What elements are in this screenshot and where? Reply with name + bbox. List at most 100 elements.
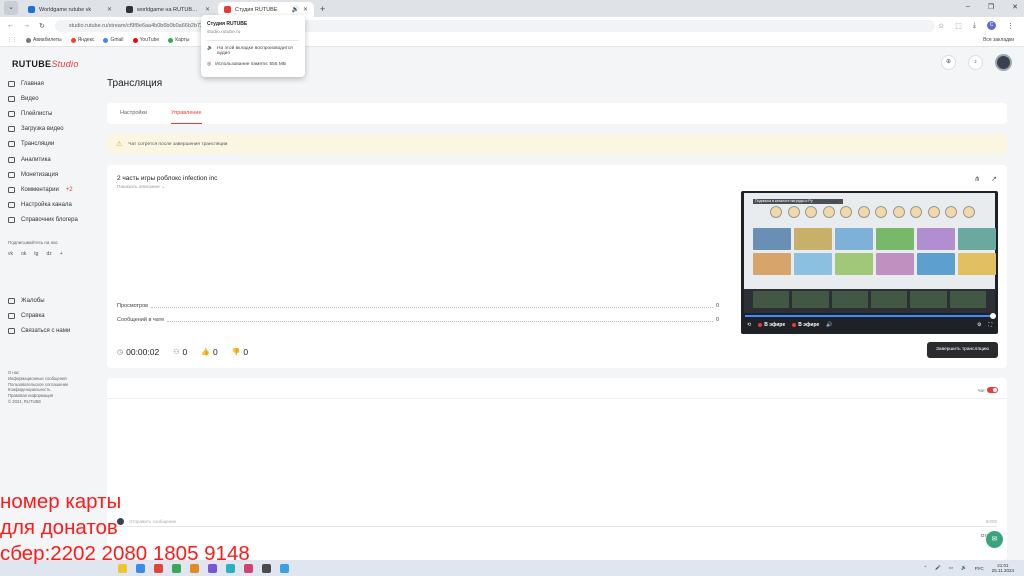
sidebar-item-label: Видео <box>21 95 39 102</box>
flag-icon <box>8 297 15 304</box>
upload-icon[interactable]: ⊕ <box>941 55 956 70</box>
sidebar-item[interactable]: Монетизация <box>8 167 100 182</box>
end-stream-button[interactable]: Завершить трансляцию <box>927 342 998 358</box>
open-external-icon[interactable]: ↗ <box>991 175 997 183</box>
profile-avatar[interactable]: С <box>987 21 996 30</box>
language-indicator[interactable]: РУС <box>975 566 984 571</box>
close-tab-icon[interactable]: ✕ <box>303 6 308 13</box>
sidebar-item[interactable]: Трансляции <box>8 137 100 152</box>
new-tab-icon[interactable]: + <box>320 4 325 14</box>
apps-grid-icon[interactable]: ⋮⋮ <box>7 37 17 43</box>
player-settings-icon[interactable]: ⚙ <box>977 322 981 328</box>
preview-thumbnail <box>949 291 986 308</box>
extensions-icon[interactable]: ⬚ <box>955 22 962 30</box>
preview-avatar <box>840 206 852 218</box>
playlist-icon <box>8 110 15 117</box>
minimize-icon[interactable]: – <box>966 3 970 11</box>
sidebar-item-label: Настройка канала <box>21 202 72 209</box>
sidebar-item[interactable]: Жалобы <box>8 293 70 308</box>
sidebar-item[interactable]: Видео <box>8 91 100 106</box>
bookmark-item[interactable]: Яндекс <box>70 37 94 43</box>
volume-icon[interactable]: 🔊 <box>826 322 832 328</box>
bookmark-star-icon[interactable]: ☆ <box>938 22 944 30</box>
stat-chat-row: Сообщений в чате 0 <box>117 317 719 323</box>
tab-settings[interactable]: Настройки <box>120 103 147 124</box>
warning-text: Чат сотрется после завершения трансляции <box>128 141 228 147</box>
browser-tab-1[interactable]: Worldgame rutube vk ✕ <box>22 2 118 17</box>
sidebar-item[interactable]: Аналитика <box>8 152 100 167</box>
browser-tab-bar: ⌄ Worldgame rutube vk ✕ worldgame на RUT… <box>0 0 1024 17</box>
rewind-icon[interactable]: ⟲ <box>747 322 751 328</box>
taskbar-app-icon[interactable] <box>262 563 271 573</box>
preview-thumbnail <box>876 253 914 275</box>
donation-overlay-text: номер карты для донатов сбер:2202 2080 1… <box>0 489 250 567</box>
network-icon[interactable]: ▭ <box>949 565 953 571</box>
preview-header: Подписка в каталоге награды и Ру <box>753 199 843 204</box>
sidebar-item-label: Аналитика <box>21 156 51 163</box>
dzen-social-icon[interactable]: dz <box>46 251 51 257</box>
ok-social-icon[interactable]: ok <box>21 251 26 257</box>
sidebar-item[interactable]: Главная <box>8 76 100 91</box>
bookmark-label: YouTube <box>139 37 160 43</box>
clock[interactable]: 21:01 25.11.2024 <box>992 563 1014 574</box>
volume-icon[interactable]: 🔊 <box>961 565 967 571</box>
video-icon <box>8 95 15 102</box>
support-chat-icon[interactable]: ✉ <box>986 531 1003 548</box>
preview-thumbnail <box>794 253 832 275</box>
fullscreen-icon[interactable]: ⛶ <box>988 322 992 328</box>
downloads-icon[interactable]: ⤓ <box>973 22 976 30</box>
maximize-icon[interactable]: ❐ <box>988 3 994 11</box>
chat-warning-banner: ⚠ Чат сотрется после завершения трансляц… <box>107 134 1007 154</box>
tab-hover-card: Студия RUTUBE studio.rutube.ru 🔈 На этой … <box>201 15 305 77</box>
chat-char-counter: 0/200 <box>985 519 997 524</box>
more-social-icon[interactable]: + <box>60 251 63 257</box>
chat-toggle[interactable] <box>987 387 998 393</box>
money-icon <box>8 171 15 178</box>
bookmark-item[interactable]: YouTube <box>132 37 160 43</box>
chevron-up-icon[interactable]: ⌃ <box>924 565 928 571</box>
logo-main: RUTUBE <box>12 59 52 69</box>
sidebar-item[interactable]: Загрузка видео <box>8 122 100 137</box>
sidebar-item[interactable]: Комментарии +2 <box>8 182 100 197</box>
taskbar-app-icon[interactable] <box>280 563 289 573</box>
preview-avatar <box>875 206 887 218</box>
all-bookmarks-button[interactable]: Все закладки <box>983 37 1014 43</box>
help-icon <box>8 312 15 319</box>
browser-menu-icon[interactable]: ⋮ <box>1007 22 1014 30</box>
notifications-bell-icon[interactable]: ♪ <box>968 55 983 70</box>
rutube-studio-logo[interactable]: RUTUBEStudio <box>12 59 79 69</box>
tab-management[interactable]: Управление <box>170 103 202 124</box>
reload-icon[interactable]: ↻ <box>39 22 45 30</box>
sidebar-item[interactable]: Плейлисты <box>8 106 100 121</box>
share-icon[interactable]: ⋔ <box>974 175 980 183</box>
bookmark-item[interactable]: Авиабилеты <box>26 37 62 43</box>
channel-avatar[interactable] <box>995 54 1012 71</box>
show-description-link[interactable]: Показать описание ⌄ <box>117 185 165 190</box>
telegram-social-icon[interactable]: tg <box>34 251 38 257</box>
microphone-icon[interactable]: 🎤 <box>935 565 941 571</box>
sidebar-item[interactable]: Связаться с нами <box>8 323 70 338</box>
system-tray: ⌃ 🎤 ▭ 🔊 РУС 21:01 25.11.2024 <box>924 563 1014 574</box>
close-tab-icon[interactable]: ✕ <box>205 6 210 13</box>
preview-avatar <box>962 206 975 218</box>
bookmark-item[interactable]: Карты <box>168 37 189 43</box>
hover-card-audio: На этой вкладке воспроизводится аудио <box>216 46 293 56</box>
sidebar-item[interactable]: Справочник блогера <box>8 213 100 228</box>
footer-link[interactable]: © 2024, RUTUBE <box>8 399 68 405</box>
chat-label: Чат <box>977 388 985 393</box>
forward-icon[interactable]: → <box>23 22 30 30</box>
back-icon[interactable]: ← <box>7 22 14 30</box>
close-window-icon[interactable]: ✕ <box>1012 3 1018 11</box>
browser-tab-2[interactable]: worldgame на RUTUBE: 11 вид ✕ <box>120 2 216 17</box>
stream-preview-player[interactable]: Подписка в каталоге награды и Ру ⟲ В эфи… <box>741 191 998 334</box>
preview-progress-bar[interactable] <box>745 313 996 319</box>
vk-social-icon[interactable]: vk <box>8 251 13 257</box>
close-tab-icon[interactable]: ✕ <box>107 6 112 13</box>
url-input[interactable]: studio.rutube.ru/stream/cf9f8e6aa4b0b6b0… <box>54 19 935 32</box>
sidebar-item[interactable]: Справка <box>8 308 70 323</box>
bookmark-item[interactable]: Gmail <box>103 37 124 43</box>
speaker-icon[interactable]: 🔊 <box>291 6 298 13</box>
tab-search-icon[interactable]: ⌄ <box>4 1 18 15</box>
sidebar-item[interactable]: Настройка канала <box>8 198 100 213</box>
footer-link[interactable]: Информационные сообщения <box>8 376 68 382</box>
